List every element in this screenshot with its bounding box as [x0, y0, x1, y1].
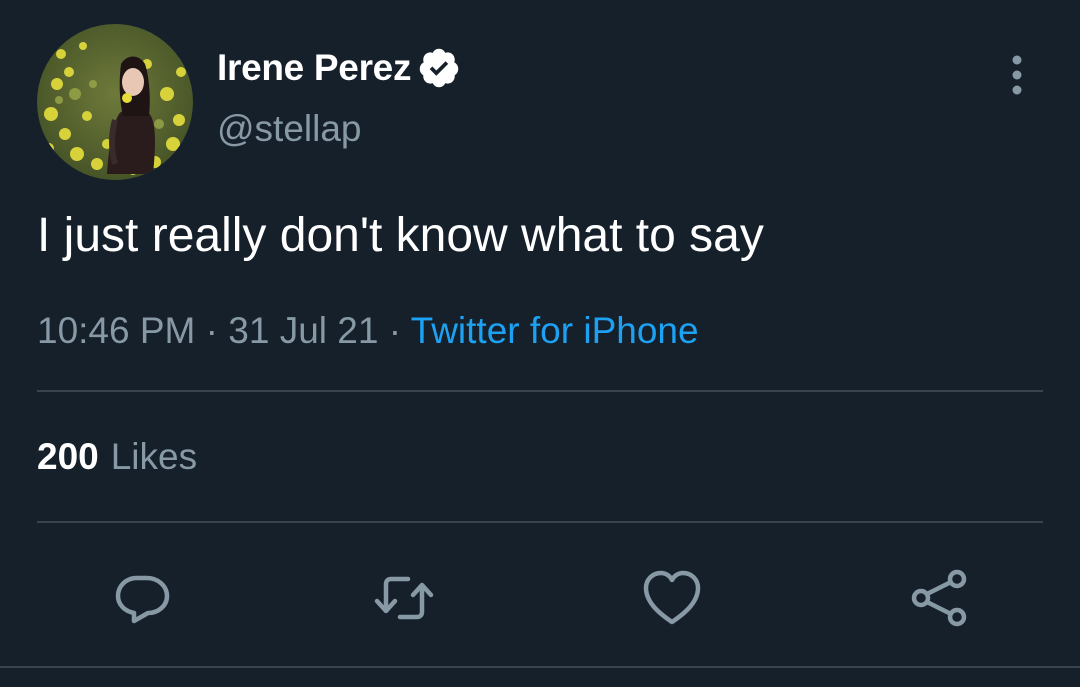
retweet-button[interactable] — [372, 566, 436, 630]
divider — [0, 666, 1080, 668]
divider — [37, 390, 1043, 392]
likes-label: Likes — [110, 436, 198, 477]
author-handle[interactable]: @stellap — [217, 108, 362, 150]
avatar-photo — [37, 24, 193, 180]
more-vertical-icon[interactable] — [996, 52, 1038, 98]
likes-stat[interactable]: 200 Likes — [37, 436, 197, 478]
meta-separator: · — [388, 310, 411, 351]
share-icon — [911, 569, 967, 627]
tweet-meta: 10:46 PM · 31 Jul 21 · Twitter for iPhon… — [37, 310, 699, 352]
heart-icon — [643, 570, 701, 625]
tweet-detail: Irene Perez @stellap I just really don't… — [0, 0, 1080, 687]
divider — [37, 521, 1043, 523]
meta-separator: · — [205, 310, 229, 351]
like-button[interactable] — [640, 566, 704, 630]
likes-count: 200 — [37, 436, 99, 477]
reply-icon — [115, 575, 170, 624]
tweet-date[interactable]: 31 Jul 21 — [228, 310, 378, 351]
tweet-time[interactable]: 10:46 PM — [37, 310, 195, 351]
avatar[interactable] — [37, 24, 193, 180]
tweet-source-link[interactable]: Twitter for iPhone — [411, 310, 699, 351]
author-row: Irene Perez — [217, 44, 461, 92]
retweet-icon — [374, 576, 434, 620]
reply-button[interactable] — [110, 566, 174, 630]
tweet-text: I just really don't know what to say — [37, 209, 764, 262]
verified-badge-icon — [417, 46, 461, 90]
share-button[interactable] — [906, 566, 970, 630]
display-name[interactable]: Irene Perez — [217, 47, 411, 89]
